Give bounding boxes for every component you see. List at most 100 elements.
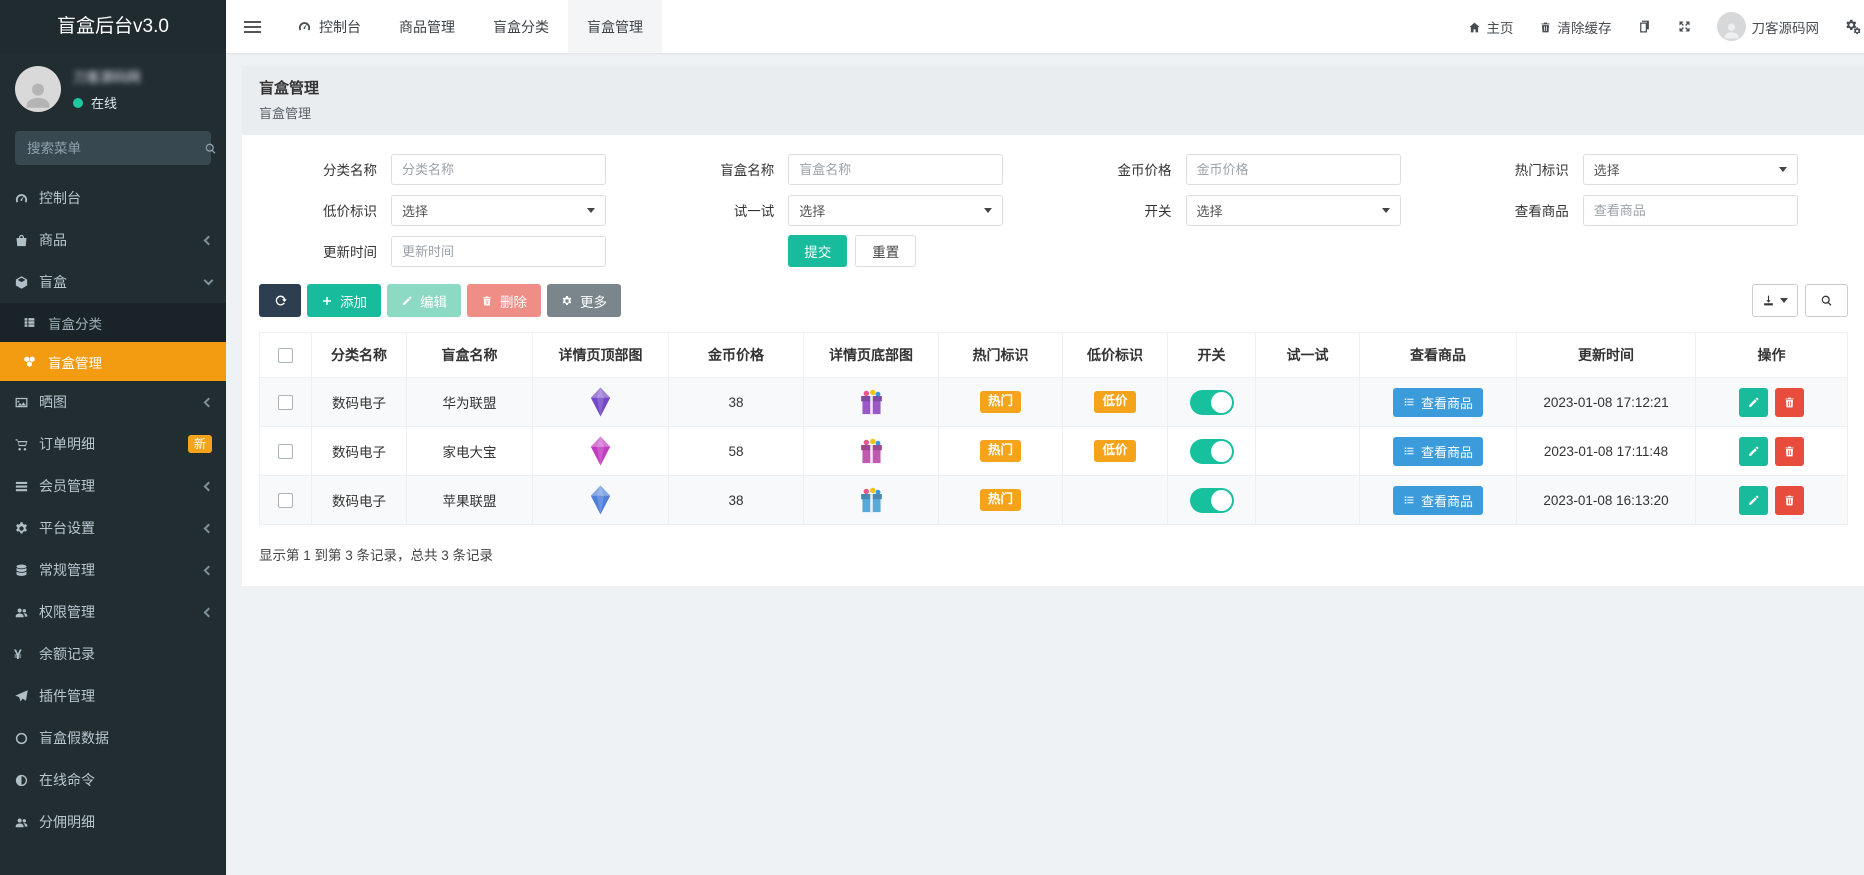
switch-toggle[interactable] (1189, 438, 1234, 464)
cell-update-time: 2023-01-08 17:11:48 (1516, 426, 1696, 476)
hot-badge: 热门 (979, 489, 1021, 511)
file-copy-button[interactable] (1637, 19, 1652, 35)
trash-icon (1783, 396, 1796, 409)
sidebar-item-blindbox[interactable]: 盲盒 (0, 261, 226, 303)
clear-cache-button[interactable]: 清除缓存 (1539, 17, 1612, 37)
row-delete-button[interactable] (1775, 387, 1805, 417)
settings-menu-button[interactable] (1844, 18, 1861, 35)
home-icon (1468, 19, 1481, 34)
view-goods-button[interactable]: 查看商品 (1392, 485, 1483, 515)
update-time-filter-input[interactable] (391, 235, 606, 267)
select-value: 选择 (1593, 162, 1620, 178)
refresh-button[interactable] (259, 284, 301, 317)
export-button[interactable] (1752, 284, 1798, 317)
sidebar-search[interactable] (15, 131, 211, 165)
sidebar-item-blindbox-manage[interactable]: 盲盒管理 (0, 342, 226, 381)
cell-try-it (1255, 377, 1360, 427)
top-image-thumbnail[interactable] (586, 385, 615, 419)
tab-label: 控制台 (319, 18, 361, 35)
reset-button[interactable]: 重置 (855, 235, 917, 267)
row-edit-button[interactable] (1738, 485, 1768, 515)
pencil-icon (1747, 445, 1760, 458)
online-status-label: 在线 (91, 96, 118, 111)
switch-select[interactable]: 选择 (1185, 194, 1401, 226)
top-image-thumbnail[interactable] (586, 483, 615, 517)
chevron-left-icon (203, 565, 214, 575)
sidebar-item-permissions[interactable]: 权限管理 (0, 591, 226, 633)
sidebar-item-label: 权限管理 (39, 604, 95, 620)
view-goods-button[interactable]: 查看商品 (1392, 387, 1483, 417)
sidebar-item-label: 商品 (39, 232, 67, 248)
switch-toggle[interactable] (1189, 487, 1234, 513)
sidebar-item-photos[interactable]: 晒图 (0, 381, 226, 423)
sidebar-item-dashboard[interactable]: 控制台 (0, 177, 226, 219)
tab-goods-manage[interactable]: 商品管理 (380, 0, 474, 53)
sidebar-item-plugins[interactable]: 插件管理 (0, 675, 226, 717)
cart-icon (14, 437, 39, 452)
row-delete-button[interactable] (1775, 436, 1805, 466)
row-checkbox[interactable] (278, 492, 293, 508)
new-badge: 新 (187, 434, 212, 454)
col-cheap-flag: 低价标识 (1062, 332, 1168, 378)
pencil-icon (1747, 396, 1760, 409)
hot-badge: 热门 (979, 440, 1021, 462)
tab-blindbox-category[interactable]: 盲盒分类 (474, 0, 568, 53)
copy-icon (1637, 19, 1652, 35)
bottom-image-thumbnail[interactable] (856, 387, 887, 418)
tab-blindbox-manage[interactable]: 盲盒管理 (568, 0, 662, 53)
delete-button[interactable]: 删除 (467, 284, 541, 317)
user-menu[interactable]: 刀客源码网 (1716, 12, 1819, 41)
switch-toggle[interactable] (1189, 389, 1234, 415)
row-edit-button[interactable] (1738, 436, 1768, 466)
sidebar-item-orders[interactable]: 订单明细 新 (0, 423, 226, 465)
cogs-icon (1844, 18, 1861, 35)
search-toggle-button[interactable] (1805, 284, 1848, 317)
tab-dashboard[interactable]: 控制台 (278, 0, 380, 53)
cell-try-it (1255, 426, 1360, 476)
sidebar-item-platform-settings[interactable]: 平台设置 (0, 507, 226, 549)
sidebar-toggle-button[interactable] (226, 0, 278, 53)
category-filter-input[interactable] (391, 153, 606, 185)
sidebar-item-balance[interactable]: ¥ 余额记录 (0, 633, 226, 675)
sidebar-item-commission[interactable]: 分佣明细 (0, 801, 226, 843)
sidebar-item-members[interactable]: 会员管理 (0, 465, 226, 507)
table-row: 数码电子 华为联盟 38 热门 低价 查看商品 2023-01-08 17:12… (259, 377, 1848, 427)
coin-price-filter-input[interactable] (1185, 153, 1401, 185)
chevron-left-icon (203, 607, 214, 617)
row-checkbox[interactable] (278, 443, 293, 459)
add-button[interactable]: 添加 (307, 284, 381, 317)
bottom-image-thumbnail[interactable] (856, 436, 887, 467)
caret-down-icon (1778, 166, 1787, 172)
view-goods-filter-input[interactable] (1582, 194, 1798, 226)
submit-button[interactable]: 提交 (788, 235, 848, 267)
cheap-flag-select[interactable]: 选择 (391, 194, 606, 226)
more-button[interactable]: 更多 (547, 284, 621, 317)
sidebar-item-blindbox-category[interactable]: 盲盒分类 (0, 303, 226, 342)
sidebar-item-fake-data[interactable]: 盲盒假数据 (0, 717, 226, 759)
bottom-image-thumbnail[interactable] (856, 485, 887, 516)
select-all-checkbox[interactable] (278, 348, 293, 364)
row-delete-button[interactable] (1775, 485, 1805, 515)
box-name-filter-input[interactable] (788, 153, 1004, 185)
row-checkbox[interactable] (278, 394, 293, 410)
sidebar: 盲盒后台v3.0 刀客源码网 在线 控制台 商品 (0, 0, 226, 875)
bag-icon (14, 233, 39, 248)
home-link[interactable]: 主页 (1468, 17, 1514, 37)
row-edit-button[interactable] (1738, 387, 1768, 417)
view-goods-button[interactable]: 查看商品 (1392, 436, 1483, 466)
hot-flag-filter-label: 热门标识 (1514, 163, 1569, 178)
clear-cache-label: 清除缓存 (1557, 20, 1612, 36)
sidebar-search-input[interactable] (27, 140, 204, 156)
sidebar-item-online-command[interactable]: 在线命令 (0, 759, 226, 801)
cell-box-name: 苹果联盟 (406, 475, 533, 525)
delete-button-label: 删除 (500, 294, 527, 310)
edit-button[interactable]: 编辑 (387, 284, 461, 317)
view-goods-label: 查看商品 (1420, 444, 1473, 460)
fullscreen-button[interactable] (1677, 19, 1692, 35)
try-it-select[interactable]: 选择 (788, 194, 1004, 226)
hot-flag-select[interactable]: 选择 (1582, 153, 1798, 185)
sidebar-item-goods[interactable]: 商品 (0, 219, 226, 261)
top-image-thumbnail[interactable] (586, 434, 615, 468)
sidebar-item-label: 分佣明细 (39, 814, 95, 830)
sidebar-item-general[interactable]: 常规管理 (0, 549, 226, 591)
